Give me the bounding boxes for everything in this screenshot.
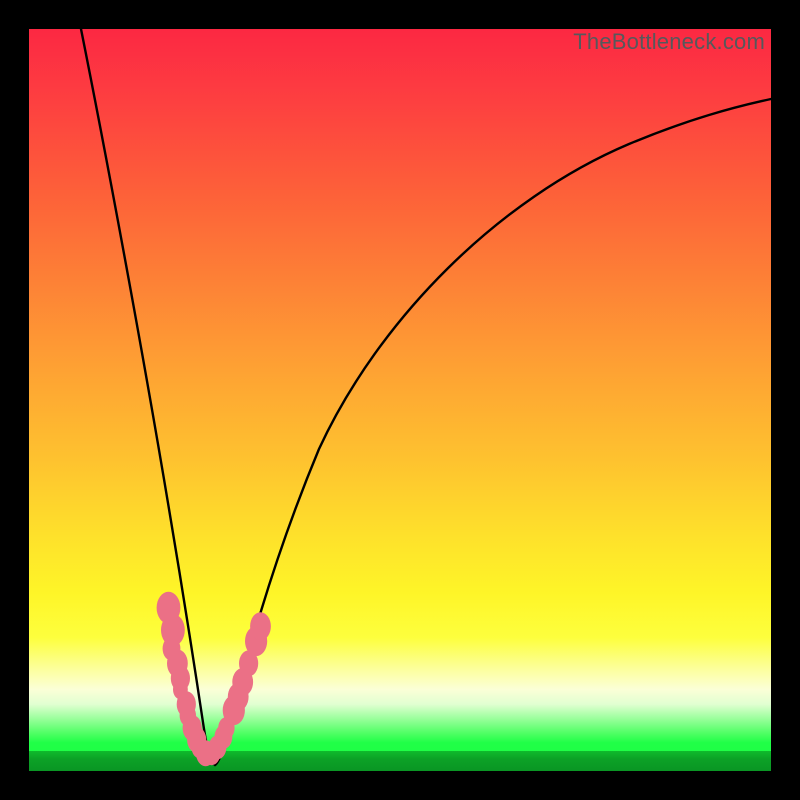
plot-area: TheBottleneck.com bbox=[29, 29, 771, 771]
chart-svg bbox=[29, 29, 771, 771]
scatter-point bbox=[250, 612, 271, 640]
chart-frame: TheBottleneck.com bbox=[0, 0, 800, 800]
scatter-blobs bbox=[157, 592, 271, 766]
